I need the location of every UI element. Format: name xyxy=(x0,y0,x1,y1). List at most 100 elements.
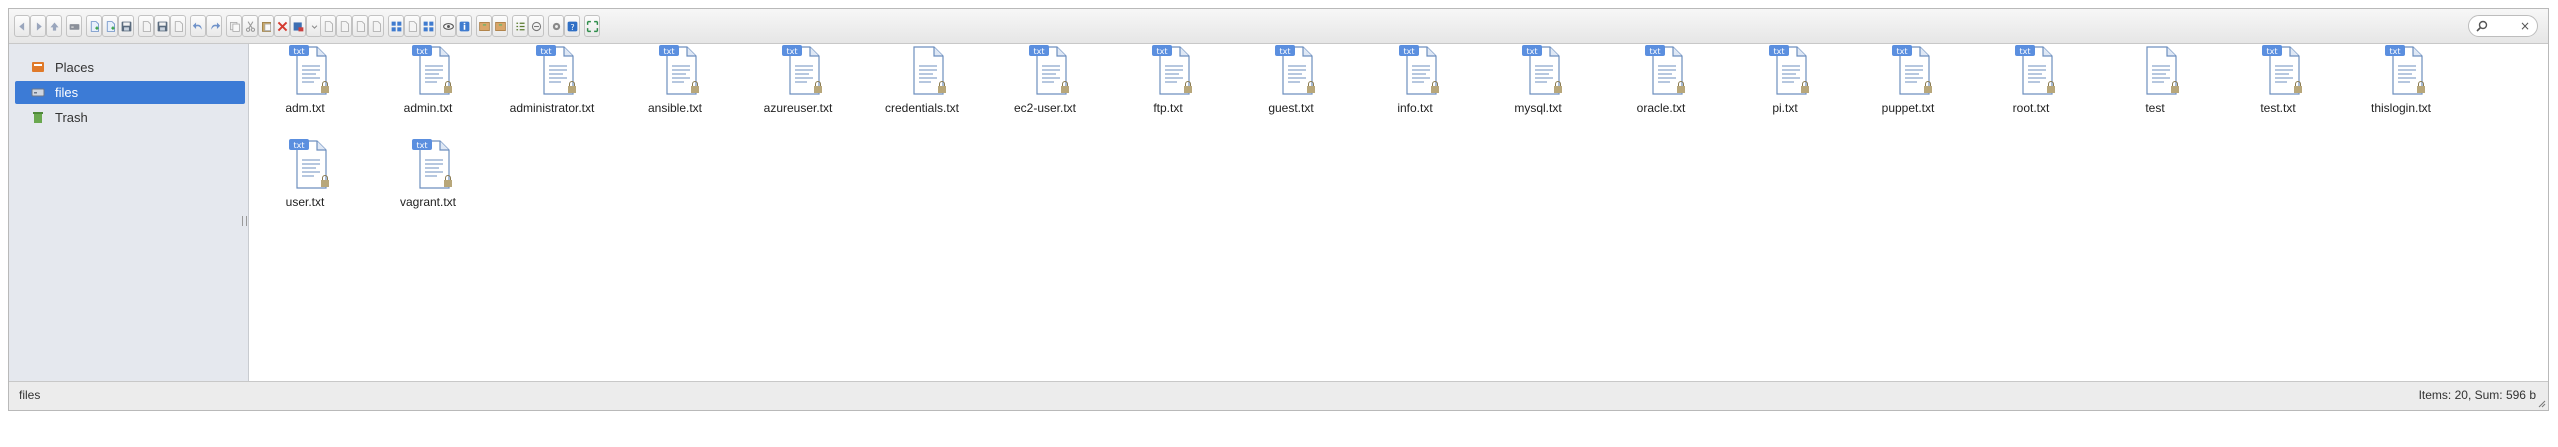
resize-grip-icon[interactable] xyxy=(2537,399,2546,408)
file-name: ansible.txt xyxy=(647,101,703,115)
file-type-badge: txt xyxy=(786,47,797,56)
file-name: ftp.txt xyxy=(1153,101,1183,115)
arrow-up-icon xyxy=(49,21,59,31)
sidebar-item-trash[interactable]: Trash xyxy=(15,106,245,129)
text-file-icon: txt xyxy=(2385,45,2425,95)
fullscreen-button[interactable] xyxy=(584,15,600,37)
file-item[interactable]: txt user.txt xyxy=(250,138,360,218)
arrow-right-icon xyxy=(36,21,42,31)
delete-icon xyxy=(277,21,287,31)
tool-c-button[interactable] xyxy=(352,15,368,37)
file-item[interactable]: credentials.txt xyxy=(867,44,977,124)
file-item[interactable]: txt ansible.txt xyxy=(620,44,730,124)
delete-button[interactable] xyxy=(274,15,290,37)
file-type-badge: txt xyxy=(540,47,551,56)
file-item[interactable]: txt oracle.txt xyxy=(1606,44,1716,124)
file-item[interactable]: txt puppet.txt xyxy=(1853,44,1963,124)
paste-icon xyxy=(261,21,271,32)
file-item[interactable]: txt ec2-user.txt xyxy=(990,44,1100,124)
archive-a-button[interactable] xyxy=(476,15,492,37)
select-button[interactable] xyxy=(528,15,544,37)
file-type-badge: txt xyxy=(1773,47,1784,56)
save-as-button[interactable] xyxy=(154,15,170,37)
copy-button[interactable] xyxy=(226,15,242,37)
back-button[interactable] xyxy=(14,15,30,37)
settings-button[interactable] xyxy=(548,15,564,37)
file-item[interactable]: txt mysql.txt xyxy=(1483,44,1593,124)
file-type-badge: txt xyxy=(2019,47,2030,56)
forward-button[interactable] xyxy=(30,15,46,37)
fullscreen-icon xyxy=(586,20,598,32)
file-name: admin.txt xyxy=(403,101,453,115)
file-item[interactable]: txt admin.txt xyxy=(373,44,483,124)
undo-button[interactable] xyxy=(190,15,206,37)
new-folder-button[interactable] xyxy=(102,15,118,37)
file-item[interactable]: txt adm.txt xyxy=(250,44,360,124)
drive-button[interactable] xyxy=(66,15,82,37)
file-item[interactable]: txt thislogin.txt xyxy=(2346,44,2456,124)
file-item[interactable]: txt root.txt xyxy=(1976,44,2086,124)
document-icon xyxy=(408,20,417,32)
undo-icon xyxy=(192,21,202,30)
file-type-badge: txt xyxy=(1156,47,1167,56)
text-file-icon: txt xyxy=(1892,45,1932,95)
cut-button[interactable] xyxy=(242,15,258,37)
file-item[interactable]: txt vagrant.txt xyxy=(373,138,483,218)
file-name: mysql.txt xyxy=(1514,101,1562,115)
search-box[interactable]: × xyxy=(2468,15,2538,37)
file-item[interactable]: txt info.txt xyxy=(1360,44,1470,124)
archive-b-button[interactable] xyxy=(492,15,508,37)
document-icon xyxy=(372,20,381,32)
paste-button[interactable] xyxy=(258,15,274,37)
status-path: files xyxy=(19,388,41,402)
tool-a-button[interactable] xyxy=(320,15,336,37)
file-item[interactable]: txt test.txt xyxy=(2223,44,2333,124)
info-button[interactable] xyxy=(456,15,472,37)
doc-button[interactable] xyxy=(138,15,154,37)
help-button[interactable]: ? xyxy=(564,15,580,37)
file-view: txt adm.txt txt admin.txt txt administrator.t… xyxy=(250,44,2548,382)
tool-d-button[interactable] xyxy=(368,15,384,37)
sidebar-item-places[interactable]: Places xyxy=(15,56,245,79)
file-item[interactable]: txt ftp.txt xyxy=(1113,44,1223,124)
up-button[interactable] xyxy=(46,15,62,37)
file-name: ec2-user.txt xyxy=(1013,101,1077,115)
rename-button[interactable] xyxy=(290,15,306,37)
file-item[interactable]: txt guest.txt xyxy=(1236,44,1346,124)
save-button[interactable] xyxy=(118,15,134,37)
text-file-icon xyxy=(913,46,946,95)
view-list-button[interactable] xyxy=(404,15,420,37)
archive-icon xyxy=(494,21,506,31)
view-icons-button[interactable] xyxy=(388,15,404,37)
file-name: thislogin.txt xyxy=(2370,101,2432,115)
file-name: administrator.txt xyxy=(509,101,595,115)
list-icon xyxy=(515,22,525,30)
view-tree-button[interactable] xyxy=(420,15,436,37)
archive-icon xyxy=(478,21,490,31)
sidebar-item-files[interactable]: files xyxy=(15,81,245,104)
file-name: puppet.txt xyxy=(1881,101,1935,115)
file-name: info.txt xyxy=(1397,101,1433,115)
tool-b-button[interactable] xyxy=(336,15,352,37)
help-icon: ? xyxy=(567,21,577,31)
text-file-icon: txt xyxy=(536,45,576,95)
file-item[interactable]: test xyxy=(2100,44,2210,124)
text-file-icon: txt xyxy=(412,45,452,95)
redo-button[interactable] xyxy=(206,15,222,37)
file-item[interactable]: txt administrator.txt xyxy=(497,44,607,124)
clear-search-icon[interactable]: × xyxy=(2520,18,2530,34)
file-type-badge: txt xyxy=(416,141,427,150)
sidebar-resize-handle[interactable] xyxy=(242,216,247,226)
view-details-button[interactable] xyxy=(512,15,528,37)
file-item[interactable]: txt azureuser.txt xyxy=(743,44,853,124)
edit-button[interactable] xyxy=(170,15,186,37)
file-name: azureuser.txt xyxy=(763,101,833,115)
new-file-button[interactable] xyxy=(86,15,102,37)
search-input[interactable] xyxy=(2489,18,2519,34)
preview-button[interactable] xyxy=(440,15,456,37)
text-file-icon: txt xyxy=(1275,45,1315,95)
file-item[interactable]: txt pi.txt xyxy=(1730,44,1840,124)
document-icon xyxy=(142,20,151,32)
drive-icon xyxy=(69,23,79,30)
more-icon xyxy=(311,24,317,29)
